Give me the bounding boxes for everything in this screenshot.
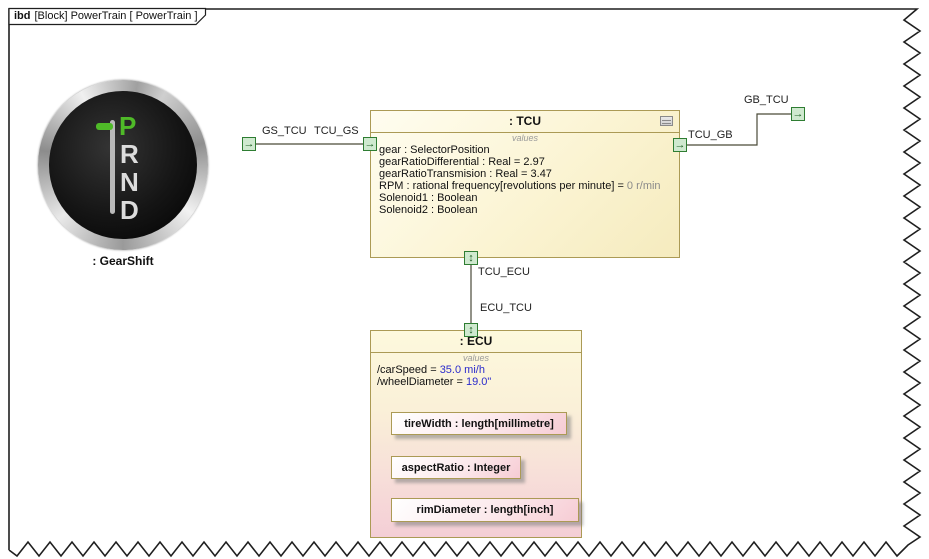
tcu-values-compartment-label: values [511, 133, 538, 143]
ecu-value-wheel-diameter: /wheelDiameter = 19.0" [377, 376, 492, 388]
port-label-tcu-gb: TCU_GB [688, 129, 733, 141]
port-gb-tcu[interactable]: → [791, 107, 805, 121]
port-label-tcu-ecu: TCU_ECU [478, 266, 530, 278]
gearshift-knob-face: P R N D [49, 91, 197, 239]
gear-position-d: D [120, 195, 139, 225]
ecu-part-tire-width[interactable]: tireWidth : length[millimetre] [391, 412, 567, 435]
tcu-property-gear-ratio-differential: gearRatioDifferential : Real = 2.97 [379, 156, 545, 168]
gear-position-n: N [120, 167, 139, 197]
tcu-title: : TCU [509, 114, 541, 128]
port-tcu-gb[interactable]: → [673, 138, 687, 152]
diagram-canvas: ibd [Block] PowerTrain [ PowerTrain ] P R… [0, 0, 929, 559]
gearshift-label: : GearShift [92, 254, 154, 268]
port-label-gs-tcu: GS_TCU [262, 125, 307, 137]
gear-position-p: P [119, 111, 137, 141]
shift-indicator [96, 123, 113, 130]
shift-gate-track [110, 120, 115, 214]
diagram-title: [Block] PowerTrain [ PowerTrain ] [34, 10, 198, 22]
compartments-icon[interactable] [660, 116, 673, 126]
flow-arrow-icon: ↕ [468, 252, 474, 264]
tcu-property-solenoid1: Solenoid1 : Boolean [379, 192, 478, 204]
port-tcu-gs[interactable]: → [363, 137, 377, 151]
flow-arrow-icon: → [792, 108, 804, 120]
tcu-property-gear-ratio-transmission: gearRatioTransmision : Real = 3.47 [379, 168, 552, 180]
gearshift-knob-image: P R N D [38, 80, 208, 250]
diagram-frame-tab[interactable]: ibd [Block] PowerTrain [ PowerTrain ] [14, 10, 198, 22]
tcu-property-rpm: RPM : rational frequency[revolutions per… [379, 180, 661, 192]
flow-arrow-icon: → [364, 138, 376, 150]
ecu-values-compartment-label: values [462, 353, 489, 363]
diagram-kind: ibd [14, 10, 31, 22]
tcu-property-gear: gear : SelectorPosition [379, 144, 490, 156]
gearshift-part[interactable]: P R N D : GearShift [38, 80, 208, 268]
port-gs-tcu[interactable]: → [242, 137, 256, 151]
port-tcu-ecu[interactable]: ↕ [464, 251, 478, 265]
port-label-gb-tcu: GB_TCU [744, 94, 789, 106]
ecu-block[interactable]: : ECU values /carSpeed = 35.0 mi/h /whee… [370, 330, 582, 538]
flow-arrow-icon: ↕ [468, 324, 474, 336]
gear-position-r: R [120, 139, 139, 169]
tcu-property-solenoid2: Solenoid2 : Boolean [379, 204, 478, 216]
flow-arrow-icon: → [674, 139, 686, 151]
ecu-part-aspect-ratio[interactable]: aspectRatio : Integer [391, 456, 521, 479]
port-label-tcu-gs: TCU_GS [314, 125, 359, 137]
ecu-part-rim-diameter[interactable]: rimDiameter : length[inch] [391, 498, 579, 522]
flow-arrow-icon: → [243, 138, 255, 150]
tcu-header: : TCU [371, 111, 679, 133]
port-label-ecu-tcu: ECU_TCU [480, 302, 532, 314]
port-ecu-tcu[interactable]: ↕ [464, 323, 478, 337]
ecu-value-car-speed: /carSpeed = 35.0 mi/h [377, 364, 485, 376]
tcu-block[interactable]: : TCU values gear : SelectorPosition gea… [370, 110, 680, 258]
